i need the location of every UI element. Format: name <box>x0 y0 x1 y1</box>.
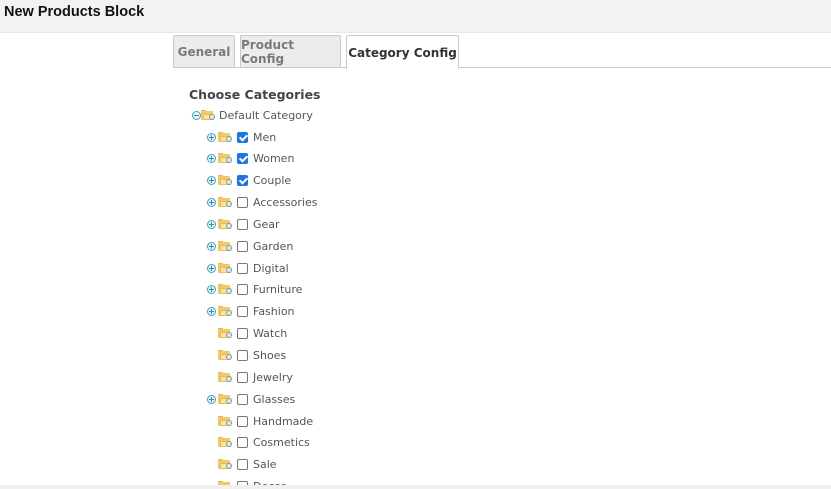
tree-item-label[interactable]: Women <box>253 152 294 165</box>
category-checkbox[interactable] <box>237 263 248 274</box>
category-checkbox[interactable] <box>237 350 248 361</box>
folder-icon <box>218 219 232 230</box>
folder-icon <box>218 132 232 143</box>
folder-icon <box>218 372 232 383</box>
category-checkbox[interactable] <box>237 416 248 427</box>
folder-icon <box>218 263 232 274</box>
tree-item-label[interactable]: Furniture <box>253 283 302 296</box>
expand-icon[interactable] <box>207 395 216 404</box>
folder-icon <box>218 328 232 339</box>
tree-item-label[interactable]: Men <box>253 131 276 144</box>
title-bar: New Products Block <box>0 0 831 33</box>
tab-product-config[interactable]: Product Config <box>240 35 341 68</box>
tree-item-label[interactable]: Sale <box>253 458 277 471</box>
category-checkbox[interactable] <box>237 153 248 164</box>
category-checkbox[interactable] <box>237 394 248 405</box>
collapse-icon[interactable] <box>192 111 201 120</box>
tree-item-label[interactable]: Handmade <box>253 415 313 428</box>
expand-icon[interactable] <box>207 285 216 294</box>
tree-item-label[interactable]: Glasses <box>253 393 295 406</box>
folder-icon <box>218 437 232 448</box>
tree-item-label[interactable]: Watch <box>253 327 287 340</box>
tree-item-label[interactable]: Couple <box>253 174 291 187</box>
category-checkbox[interactable] <box>237 219 248 230</box>
category-checkbox[interactable] <box>237 175 248 186</box>
folder-icon <box>218 175 232 186</box>
folder-icon <box>218 284 232 295</box>
tree-root-label[interactable]: Default Category <box>219 109 313 122</box>
tab-general[interactable]: General <box>173 35 235 68</box>
category-checkbox[interactable] <box>237 132 248 143</box>
tree-item-label[interactable]: Digital <box>253 262 289 275</box>
folder-icon <box>218 416 232 427</box>
expand-icon[interactable] <box>207 242 216 251</box>
folder-icon <box>218 241 232 252</box>
folder-icon <box>201 110 215 121</box>
expand-icon[interactable] <box>207 220 216 229</box>
folder-icon <box>218 153 232 164</box>
category-checkbox[interactable] <box>237 197 248 208</box>
expand-icon[interactable] <box>207 176 216 185</box>
expand-icon[interactable] <box>207 307 216 316</box>
category-checkbox[interactable] <box>237 241 248 252</box>
section-title: Choose Categories <box>189 87 321 102</box>
bottom-scroll-edge <box>0 485 831 489</box>
tab-divider <box>173 67 831 68</box>
expand-icon[interactable] <box>207 264 216 273</box>
page-title: New Products Block <box>4 4 145 20</box>
folder-icon <box>218 350 232 361</box>
tree-item-label[interactable]: Gear <box>253 218 280 231</box>
category-checkbox[interactable] <box>237 328 248 339</box>
folder-icon <box>218 394 232 405</box>
tree-item-label[interactable]: Shoes <box>253 349 286 362</box>
tree-item-label[interactable]: Accessories <box>253 196 317 209</box>
category-checkbox[interactable] <box>237 437 248 448</box>
tree-item-label[interactable]: Fashion <box>253 305 295 318</box>
expand-icon[interactable] <box>207 154 216 163</box>
category-checkbox[interactable] <box>237 459 248 470</box>
expand-icon[interactable] <box>207 133 216 142</box>
tab-category-config[interactable]: Category Config <box>346 35 459 69</box>
category-checkbox[interactable] <box>237 284 248 295</box>
folder-icon <box>218 306 232 317</box>
expand-icon[interactable] <box>207 198 216 207</box>
tree-item-label[interactable]: Cosmetics <box>253 436 310 449</box>
category-checkbox[interactable] <box>237 306 248 317</box>
folder-icon <box>218 459 232 470</box>
folder-icon <box>218 197 232 208</box>
category-checkbox[interactable] <box>237 372 248 383</box>
tree-item-label[interactable]: Garden <box>253 240 293 253</box>
tree-item-label[interactable]: Jewelry <box>253 371 293 384</box>
